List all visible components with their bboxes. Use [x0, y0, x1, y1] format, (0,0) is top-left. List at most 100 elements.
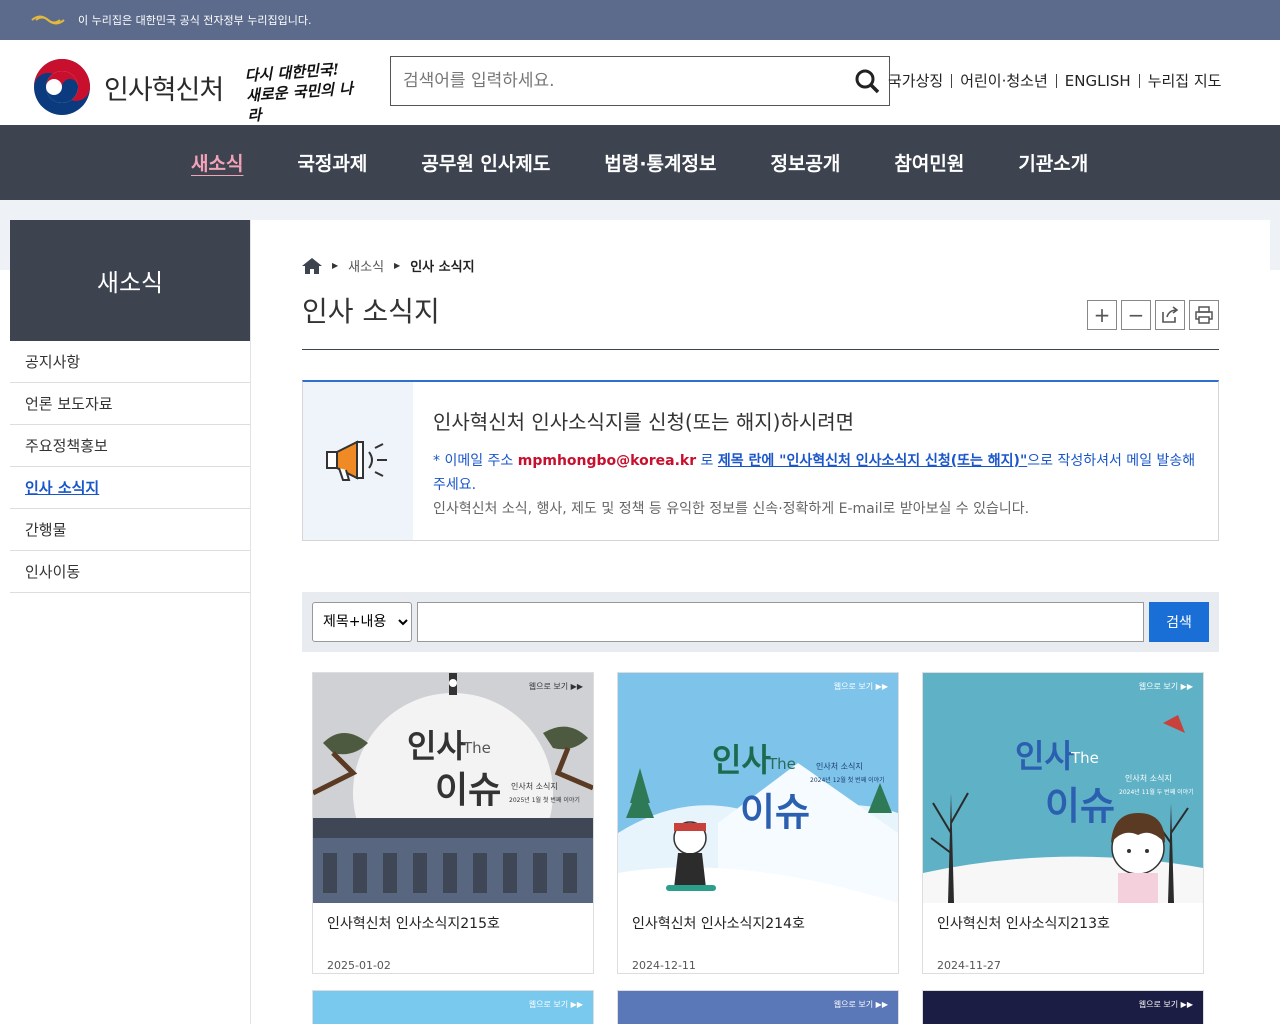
gallery-card[interactable]: 인사 The 이슈 인사처 소식지 2024년 12월 첫 번째 이야기 웹으로…	[617, 672, 899, 974]
nav-item-tasks[interactable]: 국정과제	[297, 149, 367, 176]
util-link-kids[interactable]: 어린이·청소년	[960, 70, 1048, 91]
chevron-right-icon: ▶	[332, 261, 339, 270]
divider	[0, 200, 1280, 220]
cover-more-label: 웹으로 보기 ▶▶	[1138, 682, 1193, 691]
cover-the: The	[768, 755, 796, 773]
print-button[interactable]	[1189, 300, 1219, 330]
cover-more-label: 웹으로 보기 ▶▶	[833, 1000, 888, 1009]
search-type-select[interactable]: 제목+내용	[312, 602, 412, 642]
share-button[interactable]	[1155, 300, 1185, 330]
card-title[interactable]: 인사혁신처 인사소식지213호	[937, 913, 1110, 933]
sidebar-item-press[interactable]: 언론 보도자료	[10, 383, 250, 425]
divider	[951, 73, 953, 88]
notice-icon-area	[303, 382, 413, 540]
cover-more-label: 웹으로 보기 ▶▶	[1138, 1000, 1193, 1009]
util-link-sitemap[interactable]: 누리집 지도	[1148, 70, 1222, 91]
breadcrumb-current: 인사 소식지	[410, 260, 475, 275]
nav-item-civil[interactable]: 참여민원	[894, 149, 964, 176]
sidebar-item-policy[interactable]: 주요정책홍보	[10, 425, 250, 467]
header: 인사혁신처 다시 대한민국! 새로운 국민의 나라 국가상징 어린이·청소년 E…	[0, 40, 1280, 125]
gallery-card[interactable]: 웹으로 보기 ▶▶	[617, 990, 899, 1024]
gov-emblem-icon	[31, 15, 65, 25]
cover-more-label: 웹으로 보기 ▶▶	[833, 682, 888, 691]
cover-title: 이슈	[435, 770, 502, 811]
site-logo[interactable]: 인사혁신처	[32, 57, 224, 117]
gallery-card[interactable]: 인사 The 이슈 인사처 소식지 2025년 1월 첫 번째 이야기 웹으로 …	[312, 672, 594, 974]
plus-icon: +	[1093, 303, 1111, 327]
breadcrumb-item[interactable]: 새소식	[348, 256, 384, 275]
card-date: 2024-11-27	[937, 959, 1001, 972]
page-title: 인사 소식지	[302, 295, 440, 328]
search-box	[390, 56, 890, 106]
zoom-in-button[interactable]: +	[1087, 300, 1117, 330]
subscription-notice: 인사혁신처 인사소식지를 신청(또는 해지)하시려면 * 이메일 주소 mpmh…	[302, 380, 1219, 541]
search-button[interactable]	[845, 58, 889, 104]
card-title[interactable]: 인사혁신처 인사소식지214호	[632, 913, 805, 933]
cover-more-label: 웹으로 보기 ▶▶	[528, 1000, 583, 1009]
nav-item-info[interactable]: 정보공개	[770, 149, 840, 176]
gov-banner-text: 이 누리집은 대한민국 공식 전자정부 누리집입니다.	[78, 14, 312, 27]
cover-issue: 2025년 1월 첫 번째 이야기	[509, 797, 580, 804]
nav-item-about[interactable]: 기관소개	[1018, 149, 1088, 176]
board-search-button[interactable]: 검색	[1149, 602, 1209, 642]
cover-issue: 2024년 12월 첫 번째 이야기	[810, 777, 885, 784]
zoom-out-button[interactable]: −	[1121, 300, 1151, 330]
cover-title: 인사	[712, 741, 771, 779]
notice-heading: 인사혁신처 인사소식지를 신청(또는 해지)하시려면	[433, 410, 855, 434]
notice-text: * 이메일 주소	[433, 453, 518, 469]
card-title[interactable]: 인사혁신처 인사소식지215호	[327, 913, 500, 933]
gallery-card[interactable]: 인사 The 이슈 인사처 소식지 2024년 11월 두 번째 이야기 웹으로…	[922, 672, 1204, 974]
sidebar-title: 새소식	[10, 220, 250, 341]
share-icon	[1162, 306, 1179, 323]
cover-the: The	[1071, 749, 1099, 767]
search-input[interactable]	[391, 58, 845, 104]
cover-issue: 2024년 11월 두 번째 이야기	[1119, 789, 1194, 796]
notice-body: 인사혁신처 인사소식지를 신청(또는 해지)하시려면 * 이메일 주소 mpmh…	[413, 382, 1218, 540]
card-thumbnail: 인사 The 이슈 인사처 소식지 2024년 12월 첫 번째 이야기 웹으로…	[618, 673, 898, 903]
util-link-symbol[interactable]: 국가상징	[888, 70, 943, 91]
notice-subject: 제목 란에 "인사혁신처 인사소식지 신청(또는 해지)"	[717, 453, 1028, 469]
notice-text: 로	[696, 453, 718, 469]
cover-subtitle: 인사처 소식지	[816, 762, 863, 771]
card-thumbnail: 인사 The 이슈 인사처 소식지 2025년 1월 첫 번째 이야기 웹으로 …	[313, 673, 593, 903]
background-strip	[1270, 220, 1280, 270]
sidebar: 새소식 공지사항 언론 보도자료 주요정책홍보 인사 소식지 간행물 인사이동	[10, 220, 250, 593]
sidebar-item-publications[interactable]: 간행물	[10, 509, 250, 551]
gallery-card[interactable]: 웹으로 보기 ▶▶	[312, 990, 594, 1024]
cover-the: The	[463, 739, 491, 757]
gallery-card[interactable]: 웹으로 보기 ▶▶	[922, 990, 1204, 1024]
nav-item-personnel[interactable]: 공무원 인사제도	[421, 149, 550, 176]
nav-item-news[interactable]: 새소식	[191, 149, 243, 176]
cover-subtitle: 인사처 소식지	[1125, 774, 1172, 783]
card-date: 2025-01-02	[327, 959, 391, 972]
notice-description: 인사혁신처 소식, 행사, 제도 및 정책 등 유익한 정보를 신속·정확하게 …	[433, 501, 1030, 517]
divider	[302, 349, 1219, 350]
sidebar-item-notice[interactable]: 공지사항	[10, 341, 250, 383]
chevron-right-icon: ▶	[394, 261, 401, 270]
utility-links: 국가상징 어린이·청소년 ENGLISH 누리집 지도	[888, 70, 1221, 91]
main-nav: 새소식 국정과제 공무원 인사제도 법령·통계정보 정보공개 참여민원 기관소개	[0, 125, 1280, 200]
cover-title: 인사	[1015, 737, 1074, 775]
slogan-line: 새로운 국민의 나라	[245, 79, 354, 125]
cover-title: 이슈	[740, 790, 810, 834]
cover-more-label: 웹으로 보기 ▶▶	[528, 682, 583, 691]
notice-email: mpmhongbo@korea.kr	[517, 453, 697, 469]
card-date: 2024-12-11	[632, 959, 696, 972]
cover-title: 이슈	[1045, 784, 1115, 828]
nav-item-law[interactable]: 법령·통계정보	[604, 149, 716, 176]
divider	[1138, 73, 1140, 88]
logo-text: 인사혁신처	[104, 74, 224, 106]
sidebar-item-newsletter[interactable]: 인사 소식지	[10, 467, 250, 509]
cover-subtitle: 인사처 소식지	[511, 782, 558, 791]
board-search-input[interactable]	[417, 602, 1144, 642]
page-tools: + −	[1087, 300, 1219, 330]
divider	[250, 220, 251, 1024]
board-search-bar: 제목+내용 검색	[302, 592, 1219, 652]
sidebar-item-transfers[interactable]: 인사이동	[10, 551, 250, 593]
divider	[1055, 73, 1057, 88]
util-link-english[interactable]: ENGLISH	[1065, 72, 1131, 90]
home-icon[interactable]	[302, 257, 322, 274]
card-thumbnail: 인사 The 이슈 인사처 소식지 2024년 11월 두 번째 이야기 웹으로…	[923, 673, 1203, 903]
minus-icon: −	[1127, 303, 1145, 327]
background-strip	[0, 220, 10, 270]
